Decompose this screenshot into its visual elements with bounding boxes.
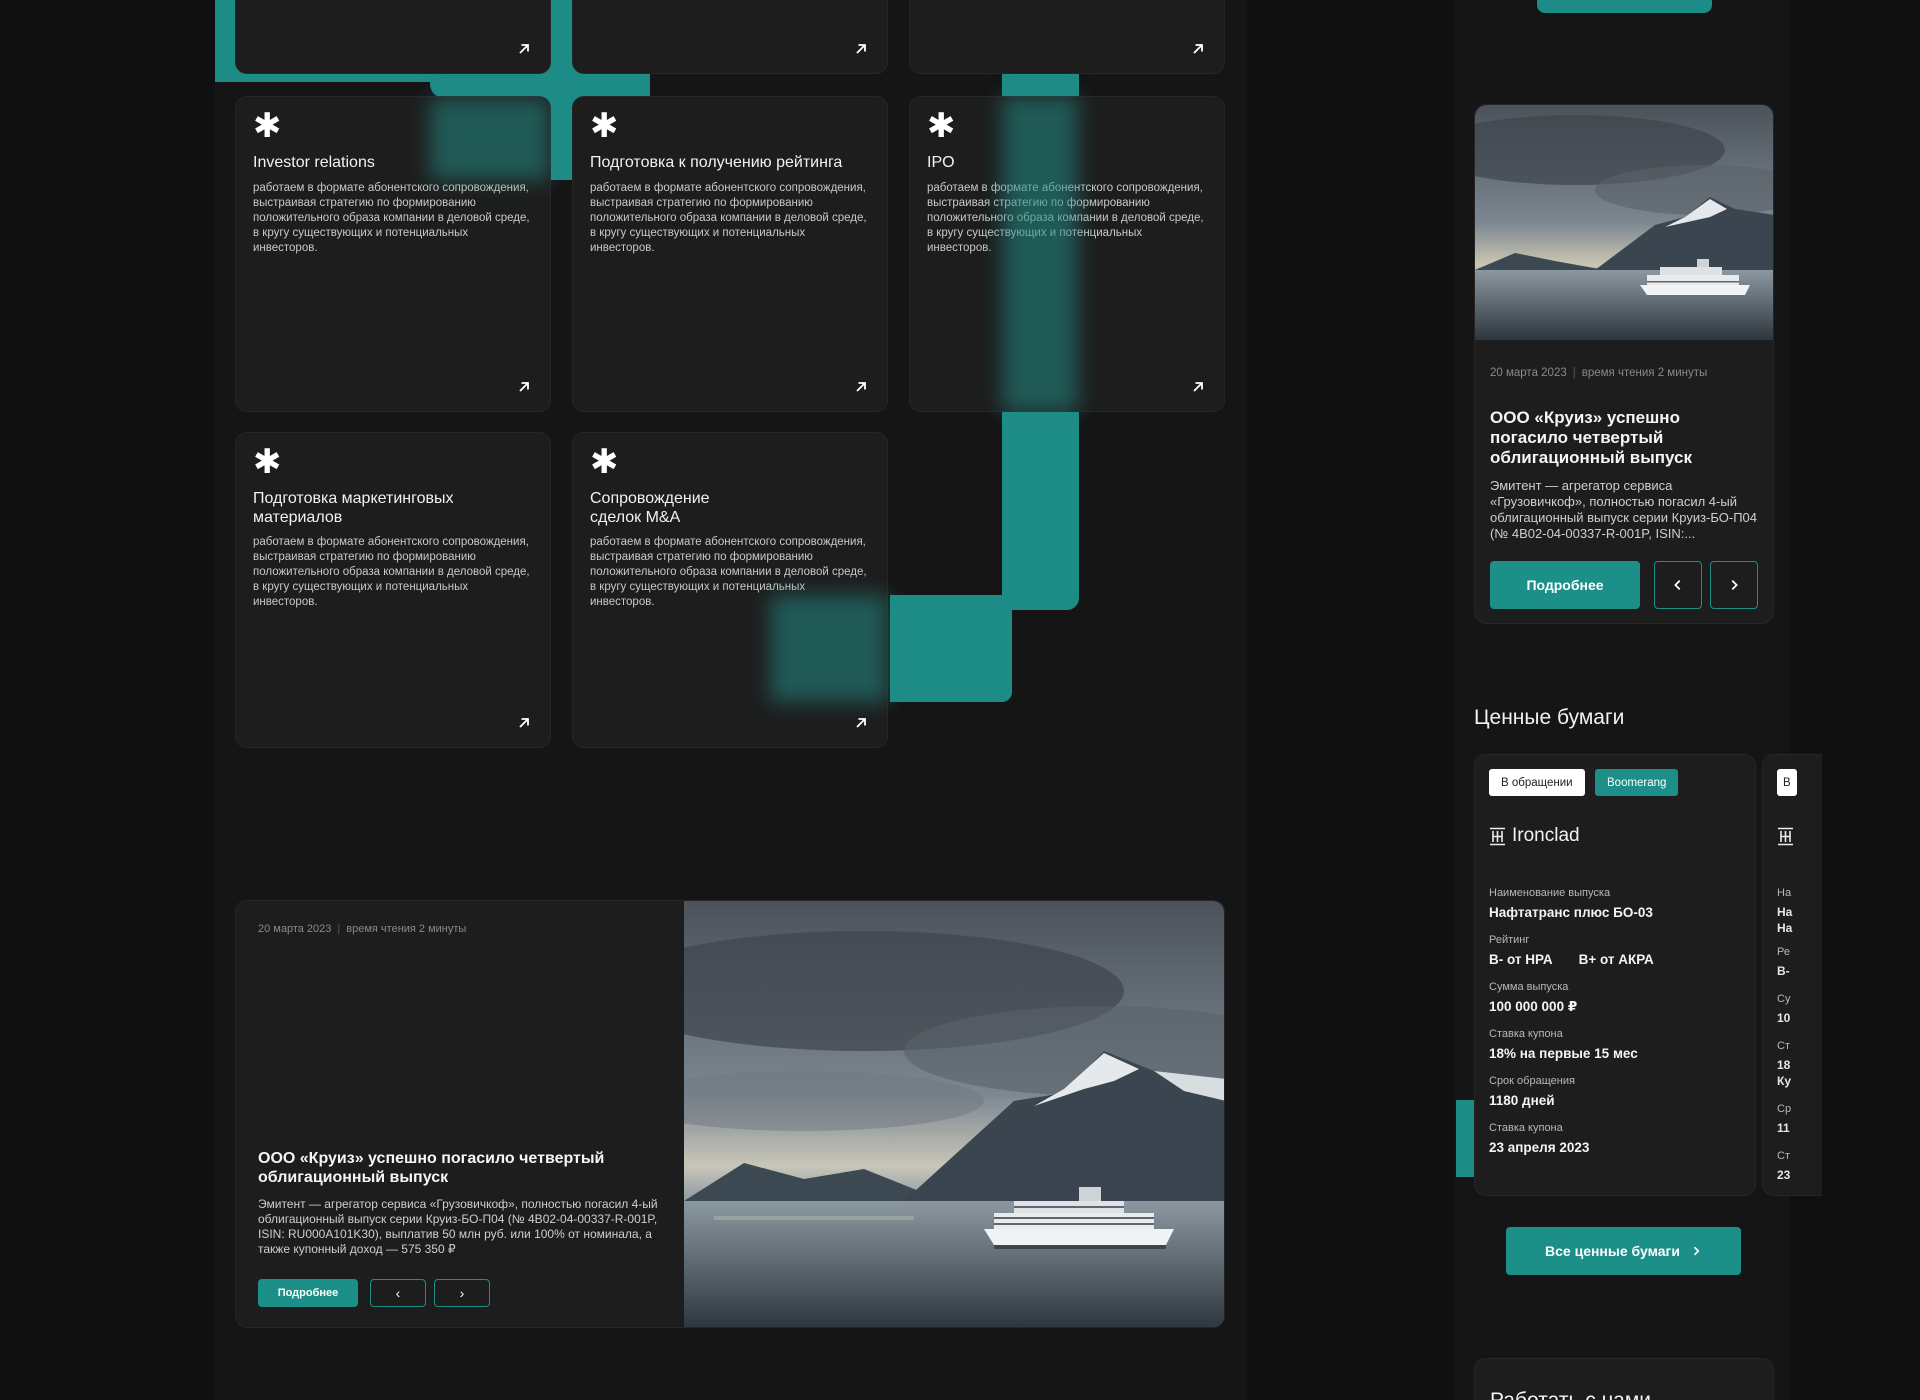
all-securities-button[interactable]: Все ценные бумаги (1506, 1227, 1741, 1275)
field-label: Ст (1777, 1150, 1790, 1162)
field-label: Рейтинг (1489, 934, 1530, 946)
ironclad-logo-icon (1778, 827, 1793, 846)
service-card-partial[interactable] (909, 0, 1225, 74)
all-securities-label: Все ценные бумаги (1545, 1243, 1680, 1259)
decor-shape (890, 595, 1012, 702)
work-with-us-card: Работать с нами (1474, 1358, 1774, 1400)
arrow-up-right-icon (1190, 41, 1206, 57)
rating-values: B- от НРА B+ от АКРА (1489, 952, 1654, 967)
service-card-marketing[interactable]: ✱ Подготовка маркетинговых материалов ра… (235, 432, 551, 748)
service-description: работаем в формате абонентского сопровож… (253, 182, 530, 254)
decor-glow (430, 98, 550, 180)
news-card-wide: 20 марта 2023 | время чтения 2 минуты ООО … (235, 900, 1225, 1328)
field-label: Су (1777, 993, 1791, 1005)
security-card[interactable]: В обращении Boomerang Ironclad Наименова… (1474, 754, 1756, 1196)
news-meta: 20 марта 2023 | время чтения 2 минуты (258, 923, 467, 935)
news-next-button[interactable]: › (434, 1279, 490, 1307)
field-label: Срок обращения (1489, 1075, 1575, 1087)
field-value: Нафтатранс плюс БО-03 (1489, 905, 1653, 920)
page: ✱ Investor relations работаем в формате … (0, 0, 1920, 1400)
field-label: Наименование выпуска (1489, 887, 1611, 899)
arrow-up-right-icon (516, 715, 532, 731)
field-value: 11 (1777, 1121, 1790, 1135)
service-description: работаем в формате абонентского сопровож… (590, 182, 867, 254)
ironclad-logo-icon (1490, 827, 1505, 845)
issuer-brand: Ironclad (1489, 825, 1580, 847)
decor-top-button (1537, 0, 1712, 13)
news-text: Эмитент — агрегатор сервиса «Грузовичкоф… (258, 1197, 658, 1256)
securities-section-title: Ценные бумаги (1474, 706, 1625, 729)
news-title: ООО «Круиз» успешно погасило четвертый о… (1490, 408, 1692, 467)
news-more-button[interactable]: Подробнее (1490, 561, 1640, 609)
field-label: Сумма выпуска (1489, 981, 1569, 993)
status-badge: В (1777, 769, 1797, 796)
decor-glow (1002, 96, 1078, 412)
news-text: Эмитент — агрегатор сервиса «Грузовичкоф… (1490, 478, 1758, 541)
field-value: На (1777, 905, 1793, 919)
arrow-up-right-icon (853, 715, 869, 731)
service-title: Подготовка маркетинговых материалов (253, 490, 454, 526)
service-title: Сопровождение сделок M&A (590, 490, 710, 526)
news-more-button[interactable]: Подробнее (258, 1279, 358, 1307)
decor-glow (770, 595, 888, 702)
news-card-side: 20 марта 2023 | время чтения 2 минуты ООО … (1474, 104, 1774, 624)
chevron-right-icon (1693, 1246, 1700, 1256)
field-value: Ку (1777, 1074, 1791, 1088)
field-value: 18 (1777, 1058, 1791, 1072)
arrow-up-right-icon (516, 379, 532, 395)
work-with-us-title: Работать с нами (1490, 1389, 1651, 1400)
chevron-right-icon (1731, 580, 1738, 590)
arrow-up-right-icon (853, 379, 869, 395)
field-value: 10 (1777, 1011, 1791, 1025)
field-label: Ставка купона (1489, 1122, 1563, 1134)
field-value: B- (1777, 964, 1790, 978)
service-card-partial[interactable] (572, 0, 888, 74)
service-card-rating[interactable]: ✱ Подготовка к получению рейтинга работа… (572, 96, 888, 412)
asterisk-icon: ✱ (253, 442, 282, 482)
arrow-up-right-icon (1190, 379, 1206, 395)
security-card-partial[interactable]: В На На На Ре B- Су 10 Ст 18 Ку Ср 11 Ст… (1762, 754, 1822, 1196)
field-label: Ст (1777, 1040, 1790, 1052)
service-title: Подготовка к получению рейтинга (590, 154, 843, 171)
field-label: Ср (1777, 1103, 1792, 1115)
service-description: работаем в формате абонентского сопровож… (253, 536, 530, 608)
news-next-button[interactable] (1710, 561, 1758, 609)
field-label: Ре (1777, 946, 1790, 958)
field-value: 23 (1777, 1168, 1791, 1182)
field-label: На (1777, 887, 1792, 899)
news-prev-button[interactable] (1654, 561, 1702, 609)
arrow-up-right-icon (516, 41, 532, 57)
asterisk-icon: ✱ (590, 442, 619, 482)
category-badge: Boomerang (1595, 769, 1679, 796)
asterisk-icon: ✱ (253, 106, 282, 146)
status-badge: В обращении (1489, 769, 1585, 796)
news-photo-cruise-ship (1475, 105, 1773, 340)
field-value: 18% на первые 15 мес (1489, 1046, 1638, 1061)
arrow-up-right-icon (853, 41, 869, 57)
news-title: ООО «Круиз» успешно погасило четвертый о… (258, 1150, 605, 1186)
news-meta: 20 марта 2023 | время чтения 2 минуты (1490, 367, 1708, 379)
field-label: Ставка купона (1489, 1028, 1563, 1040)
field-value: На (1777, 921, 1793, 935)
asterisk-icon: ✱ (590, 106, 619, 146)
news-prev-button[interactable]: ‹ (370, 1279, 426, 1307)
field-value: 1180 дней (1489, 1093, 1555, 1108)
asterisk-icon: ✱ (927, 106, 956, 146)
service-card-partial[interactable] (235, 0, 551, 74)
field-value: 100 000 000 ₽ (1489, 999, 1578, 1014)
chevron-left-icon (1674, 580, 1681, 590)
news-photo-cruise-ship (684, 901, 1224, 1327)
field-value: 23 апреля 2023 (1489, 1140, 1590, 1155)
